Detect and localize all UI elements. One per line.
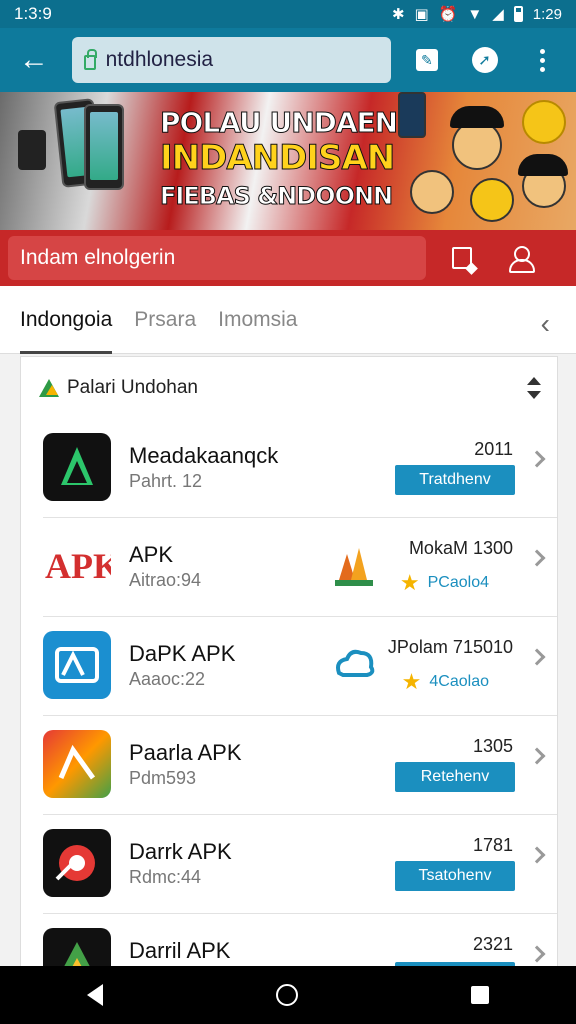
phone-image <box>398 92 426 138</box>
lock-icon <box>83 48 97 70</box>
app-number: 2321 <box>472 934 513 954</box>
list-item[interactable]: DaPK APK Aaaoc:22 JPolam 715010 ★ 4Caolao <box>43 617 557 716</box>
app-subtitle: Aitrao:94 <box>129 570 202 590</box>
chevron-left-icon[interactable]: ‹ <box>541 308 550 340</box>
compass-button[interactable]: ➚ <box>463 38 507 82</box>
list-item[interactable]: Paarla APK Pdm593 1305 Retehenv <box>43 716 557 815</box>
app-list-card: Palari Undohan Meadakaanqck Pahrt. 12 20… <box>20 356 558 968</box>
search-field[interactable]: Indam elnolgerin <box>8 236 426 280</box>
tab-prsara[interactable]: Prsara <box>134 286 196 354</box>
cloud-logo-icon <box>329 639 379 689</box>
chevron-right-icon[interactable] <box>528 450 546 468</box>
chevron-right-icon[interactable] <box>528 648 546 666</box>
green-play-icon <box>43 433 111 501</box>
account-button[interactable] <box>498 236 542 280</box>
status-icons: ✱ ▣ ⏰ ▼ ◢ 1:29 <box>391 5 562 24</box>
download-button[interactable]: Retehenv <box>395 762 515 792</box>
promo-banner[interactable]: POLAU UNDAENI INDANDISAN FIEBAS &NDOONN <box>0 92 576 230</box>
rating-text: 4Caolao <box>429 673 489 690</box>
app-title: Darril APK <box>129 938 231 963</box>
banner-line1: POLAU UNDAENI <box>160 106 409 140</box>
app-number: 1781 <box>472 835 513 855</box>
app-title: Paarla APK <box>129 740 242 765</box>
battery-icon <box>513 6 523 22</box>
more-vert-icon[interactable] <box>520 38 564 82</box>
svg-text:APK: APK <box>45 546 111 586</box>
url-text: ntdhlonesia <box>105 48 214 71</box>
list-item[interactable]: APK APK Aitrao:94 MokaM 1300 ★ PCaolo4 <box>43 518 557 617</box>
nav-back-icon[interactable] <box>86 984 103 1006</box>
banner-line2: INDANDISAN <box>159 138 395 179</box>
download-button[interactable]: Tsatohenv <box>395 861 515 891</box>
fire-logo-icon <box>329 540 379 590</box>
back-arrow-icon[interactable]: ← <box>12 38 56 82</box>
chevron-right-icon[interactable] <box>528 747 546 765</box>
app-subtitle: Rdmc:44 <box>129 867 202 887</box>
phone-image <box>84 104 124 190</box>
browser-toolbar: ← ntdhlonesia ✎ ➚ <box>0 28 576 92</box>
apk-logo-icon: APK <box>43 532 111 600</box>
app-title: Darrk APK <box>129 839 232 864</box>
status-bar: 1:3:9 ✱ ▣ ⏰ ▼ ◢ 1:29 <box>0 0 576 28</box>
app-number: 1305 <box>472 736 513 756</box>
banner-line3: FIEBAS &NDOONN <box>159 182 393 211</box>
app-title: Meadakaanqck <box>129 443 279 468</box>
star-icon: ★ <box>399 570 420 595</box>
search-text: Indam elnolgerin <box>20 246 176 269</box>
rating: ★ 4Caolao <box>402 669 489 695</box>
search-bar: Indam elnolgerin <box>0 230 576 286</box>
colorful-play-icon <box>43 730 111 798</box>
bookmark-icon <box>452 247 472 269</box>
list-header: Palari Undohan <box>21 357 557 419</box>
tab-indongoia[interactable]: Indongoia <box>20 286 113 354</box>
system-nav-bar <box>0 966 576 1024</box>
bookmark-button[interactable] <box>440 236 484 280</box>
compass-icon: ➚ <box>471 47 498 73</box>
list-item[interactable]: Darrk APK Rdmc:44 1781 Tsatohenv <box>43 815 557 914</box>
app-number: JPolam 715010 <box>387 637 513 657</box>
list-item[interactable]: Meadakaanqck Pahrt. 12 2011 Tratdhenv <box>43 419 557 518</box>
edit-button[interactable]: ✎ <box>405 38 449 82</box>
play-store-icon <box>39 379 59 397</box>
red-swirl-icon <box>43 829 111 897</box>
mascot-image <box>410 170 454 214</box>
rating-text: PCaolo4 <box>427 574 489 591</box>
sort-icon[interactable] <box>527 377 541 399</box>
bluetooth-icon: ✱ <box>391 6 405 23</box>
status-time-left: 1:3:9 <box>14 4 52 23</box>
rating: ★ PCaolo4 <box>400 570 489 596</box>
tab-bar: Indongoia Prsara Imomsia ‹ <box>0 286 576 354</box>
chevron-right-icon[interactable] <box>528 846 546 864</box>
list-title: Palari Undohan <box>67 377 198 398</box>
chevron-right-icon[interactable] <box>528 945 546 963</box>
wifi-icon: ▼ <box>467 5 483 23</box>
mascot-image <box>470 178 514 222</box>
edit-icon: ✎ <box>415 49 438 71</box>
status-time-right: 1:29 <box>532 5 562 23</box>
app-number: MokaM 1300 <box>408 538 513 558</box>
alarm-icon: ⏰ <box>438 6 458 23</box>
star-icon: ★ <box>401 669 422 694</box>
device-image <box>18 130 46 170</box>
blue-apk-icon <box>43 631 111 699</box>
nfc-icon: ▣ <box>414 6 429 23</box>
app-number: 2011 <box>474 439 513 459</box>
list-item[interactable]: Darril APK 2321 <box>43 914 557 967</box>
app-subtitle: Pahrt. 12 <box>129 471 203 491</box>
download-button[interactable]: Tratdhenv <box>395 465 515 495</box>
user-icon <box>508 246 535 273</box>
nav-recents-icon[interactable] <box>471 986 490 1004</box>
nav-home-icon[interactable] <box>275 984 298 1006</box>
url-field[interactable]: ntdhlonesia <box>71 37 392 83</box>
app-subtitle: Pdm593 <box>129 768 197 788</box>
chevron-right-icon[interactable] <box>528 549 546 567</box>
tab-imomsia[interactable]: Imomsia <box>218 286 297 354</box>
badge-image <box>522 100 566 144</box>
app-title: DaPK APK <box>129 641 236 666</box>
triangle-play-icon <box>43 928 111 967</box>
app-subtitle: Aaaoc:22 <box>129 669 206 689</box>
signal-icon: ◢ <box>492 6 504 23</box>
app-title: APK <box>129 542 174 567</box>
